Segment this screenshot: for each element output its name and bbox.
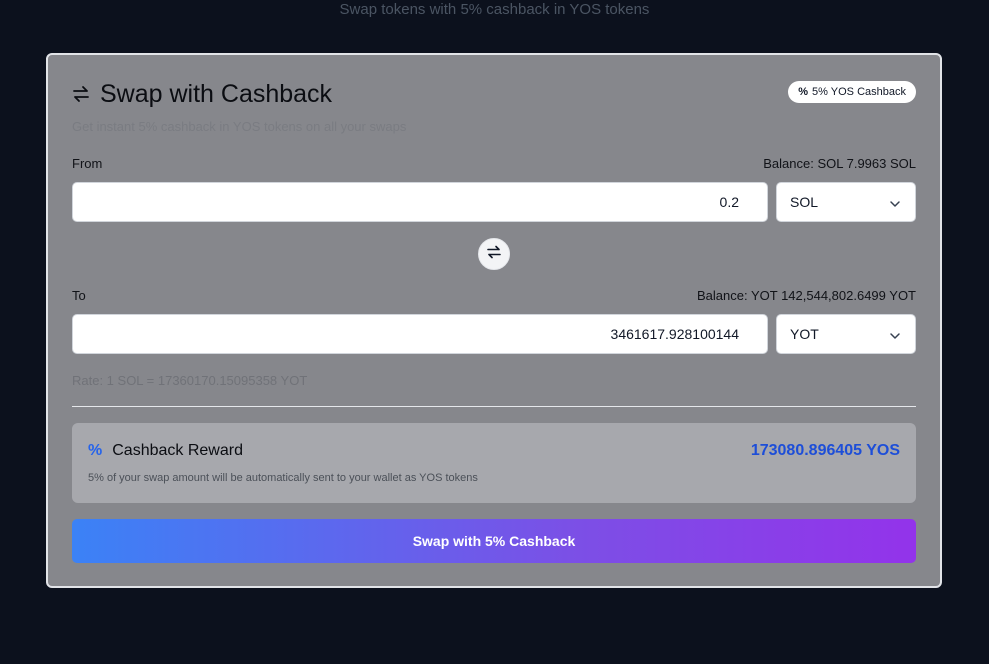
divider [72,406,916,407]
exchange-rate: Rate: 1 SOL = 17360170.15095358 YOT [72,373,308,388]
chevron-down-icon [889,329,901,341]
badge-label: 5% YOS Cashback [812,86,906,98]
swap-arrows-icon [72,83,92,105]
card-header: Swap with Cashback % 5% YOS Cashback Get… [72,79,916,134]
flip-tokens-button[interactable] [478,238,510,270]
from-token-select[interactable]: SOL [776,182,916,222]
cashback-reward-panel: % Cashback Reward 173080.896405 YOS 5% o… [72,423,916,503]
flip-arrows-icon [486,244,502,265]
percent-icon: % [88,442,103,459]
reward-amount: 173080.896405 YOS [750,442,900,459]
card-title: Swap with Cashback [100,80,333,108]
to-label: To [72,288,86,303]
cashback-badge: % 5% YOS Cashback [788,81,916,103]
to-amount-input[interactable]: 3461617.928100144 [72,314,768,354]
swap-card: Swap with Cashback % 5% YOS Cashback Get… [46,53,942,588]
from-token-label: SOL [790,194,819,210]
from-balance: Balance: SOL 7.9963 SOL [763,156,916,171]
reward-title-row: % Cashback Reward [88,442,243,460]
percent-icon: % [798,86,809,98]
chevron-down-icon [889,197,901,209]
swap-button[interactable]: Swap with 5% Cashback [72,519,916,563]
to-balance: Balance: YOT 142,544,802.6499 YOT [697,288,916,303]
reward-description: 5% of your swap amount will be automatic… [88,472,478,484]
to-amount-value: 3461617.928100144 [610,326,739,342]
to-token-select[interactable]: YOT [776,314,916,354]
reward-title: Cashback Reward [112,442,243,459]
page-subtitle: Swap tokens with 5% cashback in YOS toke… [339,1,650,18]
card-subtitle: Get instant 5% cashback in YOS tokens on… [72,119,407,134]
from-label: From [72,156,103,171]
to-token-label: YOT [790,326,819,342]
from-amount-value: 0.2 [719,194,739,210]
from-amount-input[interactable]: 0.2 [72,182,768,222]
